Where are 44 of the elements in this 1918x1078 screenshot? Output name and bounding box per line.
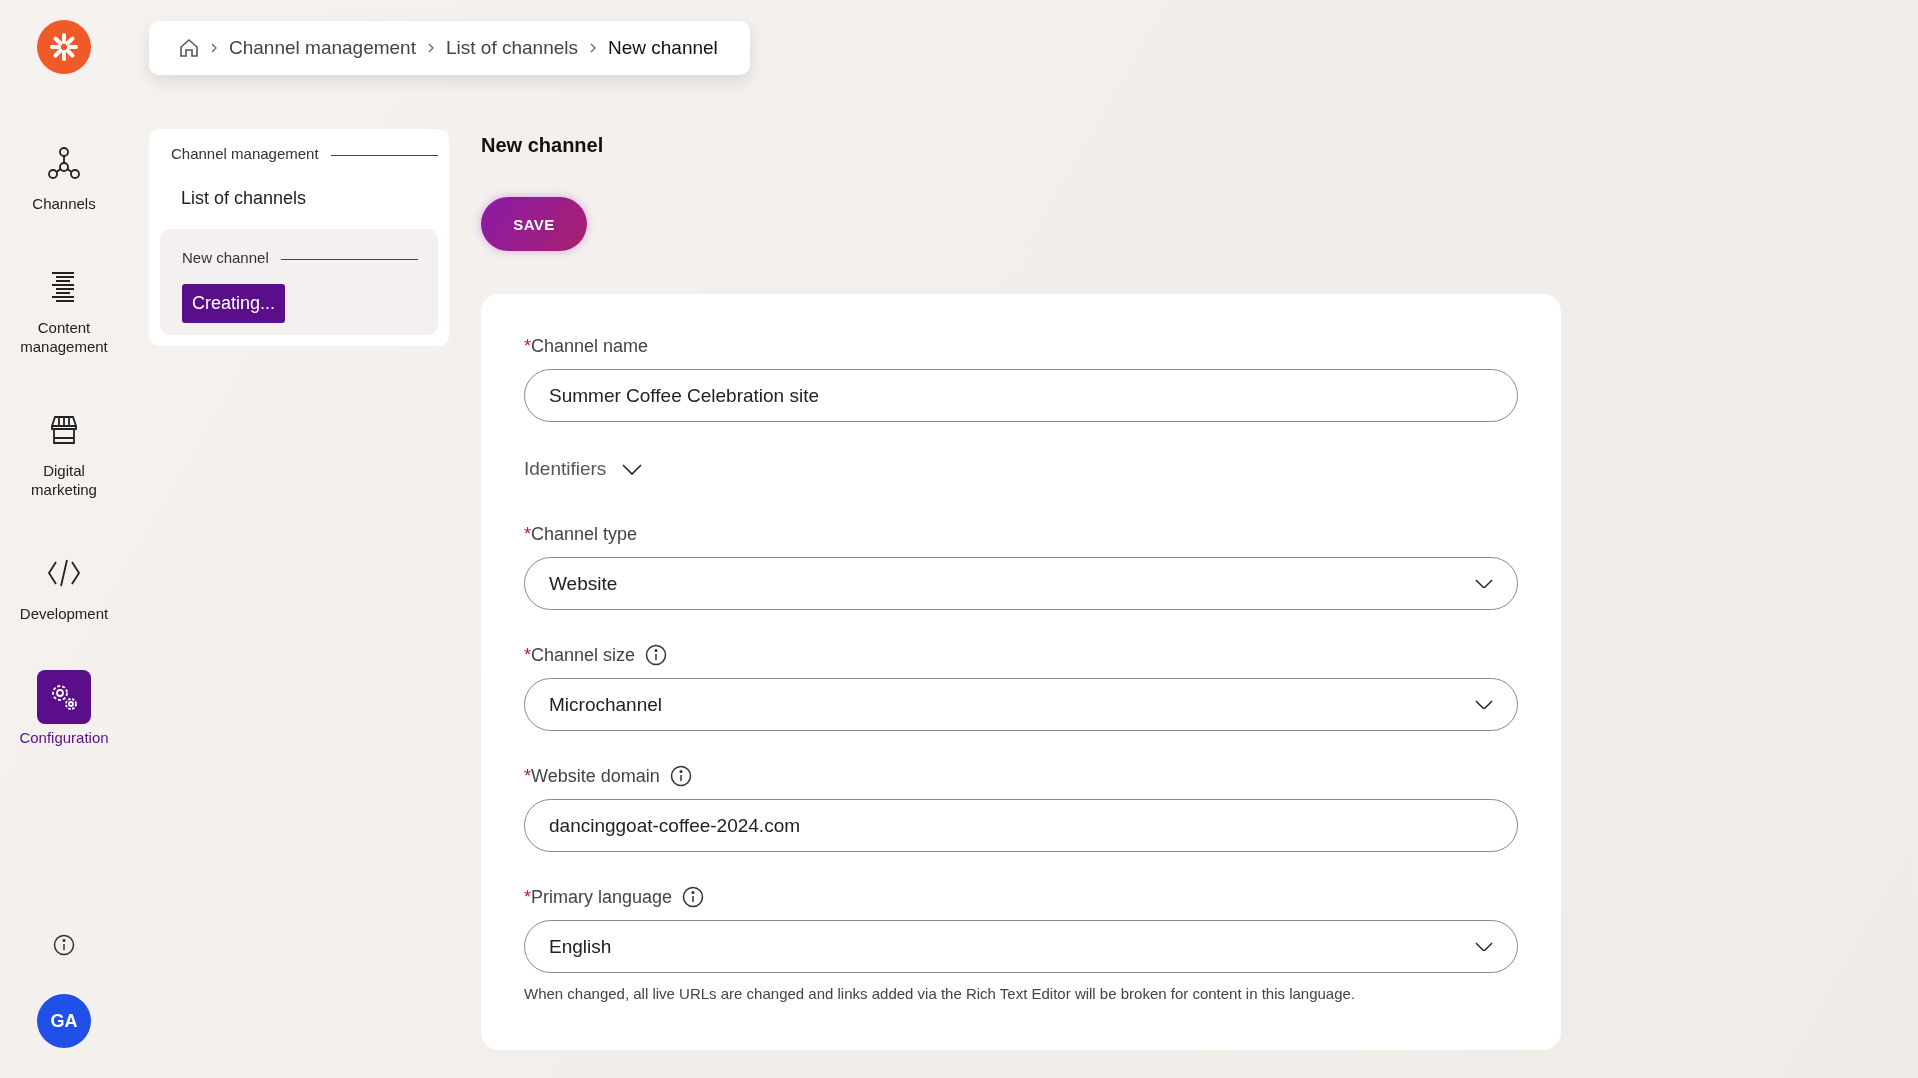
chevron-right-icon — [427, 43, 434, 53]
select-field[interactable]: English — [524, 920, 1518, 973]
section-toggle[interactable]: Identifiers — [524, 458, 1518, 480]
text-field[interactable]: Summer Coffee Celebration site — [524, 369, 1518, 422]
save-button[interactable]: SAVE — [481, 197, 587, 251]
status-badge: Creating... — [182, 284, 286, 323]
user-avatar[interactable]: GA — [37, 994, 91, 1048]
info-icon[interactable] — [669, 765, 692, 787]
info-icon[interactable] — [645, 644, 668, 666]
select-field[interactable]: Website — [524, 557, 1518, 610]
field-label: *Channel name — [524, 336, 649, 357]
field-label: *Channel size — [524, 644, 636, 666]
field-label: *Website domain — [524, 765, 660, 787]
nav-item[interactable]: Development — [9, 546, 119, 623]
help-text: When changed, all live URLs are changed and links added via the Rich Text Editor will be broken for content in this language. — [524, 985, 1357, 1002]
tree-item-card[interactable]: New channel Creating... — [160, 229, 438, 335]
network-icon — [47, 146, 81, 180]
nav-item[interactable]: Channels — [9, 136, 119, 213]
breadcrumb-link[interactable]: New channel — [608, 37, 718, 59]
logo-icon[interactable] — [37, 20, 91, 74]
select-field[interactable]: Microchannel — [524, 678, 1518, 731]
text-field[interactable]: dancinggoat-coffee-2024.com — [524, 799, 1518, 852]
field-label: *Channel type — [524, 524, 638, 545]
page-title: New channel — [481, 133, 605, 157]
nav-item[interactable]: Content management — [9, 260, 119, 356]
nav-item[interactable]: Digital marketing — [9, 403, 119, 499]
nav-item[interactable]: Configuration — [9, 670, 119, 747]
storefront-icon — [48, 414, 80, 446]
tree-group-label: Channel management — [171, 145, 319, 162]
breadcrumb-link[interactable]: List of channels — [445, 37, 578, 59]
breadcrumb-link[interactable]: Channel management — [229, 37, 416, 59]
chevron-right-icon — [211, 43, 217, 53]
tree-item-label: New channel — [182, 249, 269, 266]
info-icon[interactable] — [682, 886, 705, 908]
field-label: *Primary language — [524, 886, 673, 908]
chevron-down-icon — [1475, 578, 1493, 589]
tree-item[interactable]: List of channels — [160, 162, 438, 229]
chevron-down-icon — [1475, 699, 1493, 710]
info-icon[interactable] — [53, 934, 75, 956]
chevron-down-icon — [1475, 941, 1493, 952]
code-icon — [47, 558, 81, 588]
chevron-down-icon — [622, 463, 643, 475]
home-icon[interactable] — [179, 38, 199, 58]
chevron-right-icon — [590, 43, 596, 53]
